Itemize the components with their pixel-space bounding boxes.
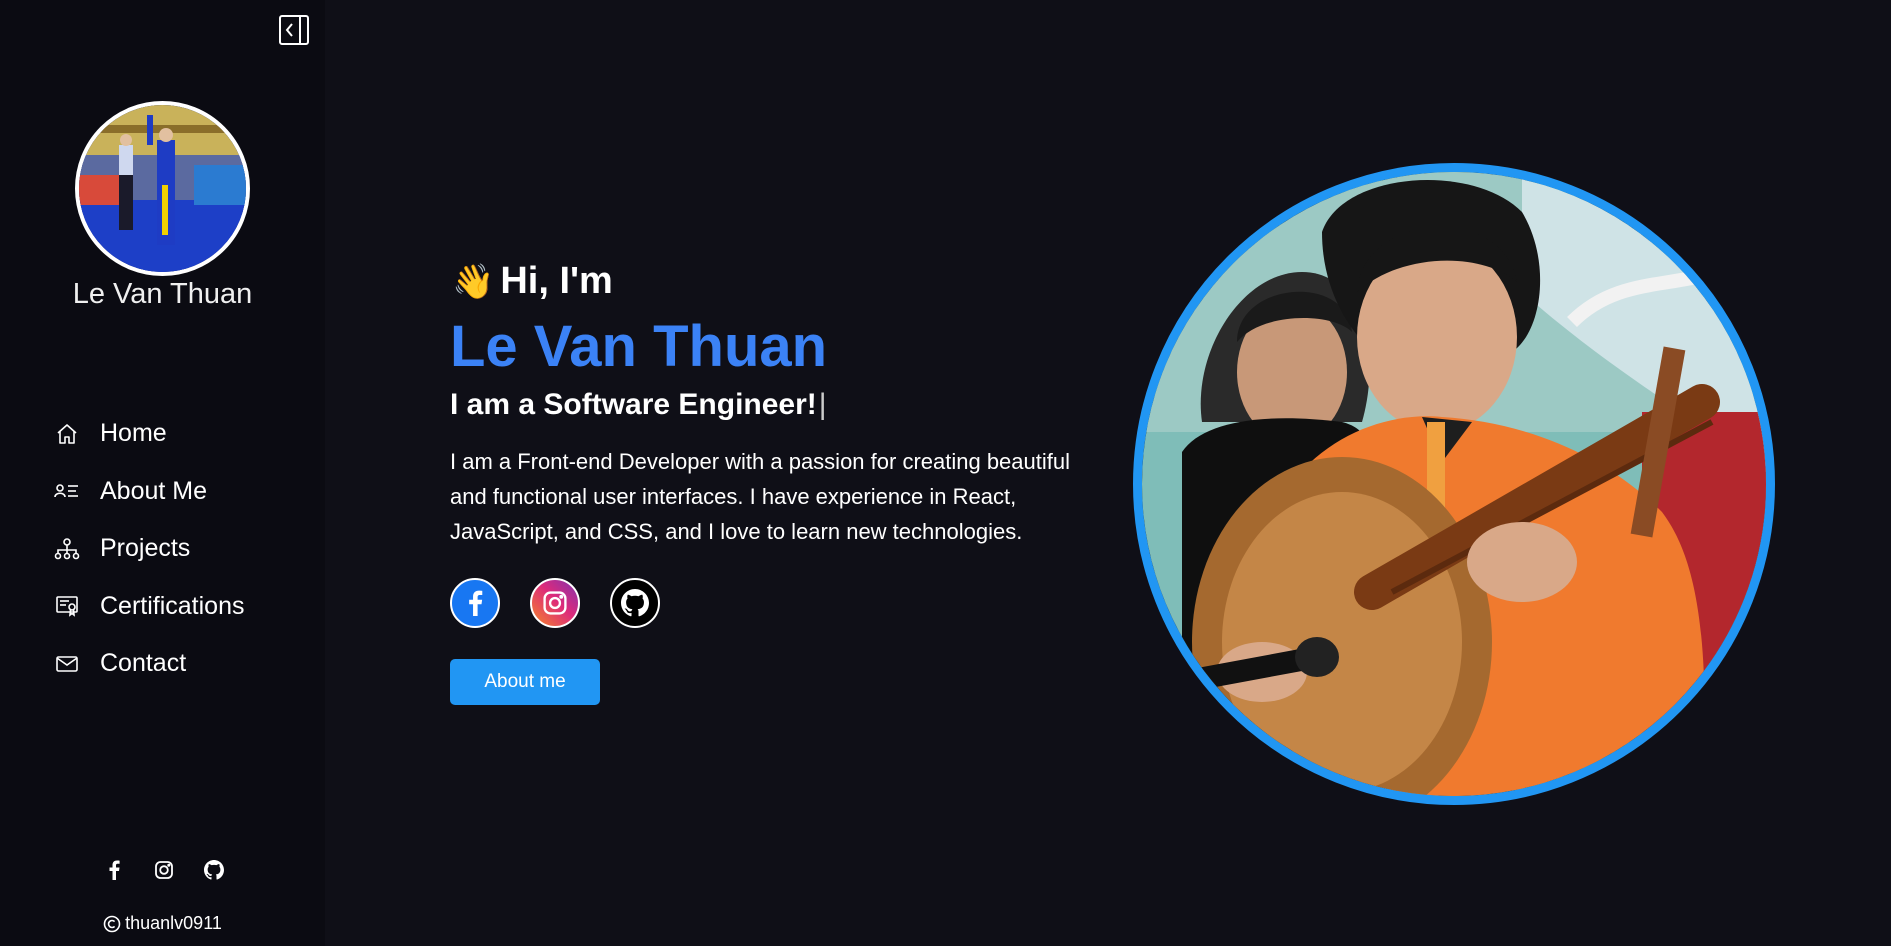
sidebar-nav: Home About Me Projects Certifications Co… [52,405,245,693]
greeting: 👋 Hi, I'm [452,260,613,303]
role-text: I am a Software Engineer! [450,388,817,421]
nav-item-certifications[interactable]: Certifications [52,578,245,636]
hero-name: Le Van Thuan [450,314,828,379]
nav-label-about-me: About Me [100,476,208,505]
nav-item-contact[interactable]: Contact [52,635,245,693]
github-icon[interactable] [202,858,226,882]
home-icon [52,419,82,449]
facebook-icon [469,590,483,616]
avatar [75,101,250,276]
instagram-button[interactable] [530,578,580,628]
nav-item-home[interactable]: Home [52,405,245,463]
profile-photo [1133,163,1775,805]
about-me-button[interactable]: About me [450,659,600,705]
hero-socials [450,578,660,628]
copyright-handle: thuanlv0911 [125,913,222,933]
profile-card-icon [52,476,82,506]
sidebar-socials [102,858,226,882]
nav-label-projects: Projects [100,534,191,563]
hierarchy-icon [52,534,82,564]
instagram-icon[interactable] [152,858,176,882]
hero-description: I am a Front-end Developer with a passio… [450,449,1070,544]
copyright: thuanlv0911 [0,913,325,934]
typing-cursor: | [818,388,827,421]
nav-label-contact: Contact [100,649,187,678]
github-icon [621,589,649,617]
sidebar: Le Van Thuan Home About Me Projects Cert… [0,0,325,946]
certificate-icon [52,591,82,621]
hero-role: I am a Software Engineer!| [450,388,827,422]
wave-icon: 👋 [452,262,495,301]
mail-icon [52,649,82,679]
copyright-icon [103,915,121,932]
collapse-sidebar-icon[interactable] [278,14,310,46]
nav-label-home: Home [100,419,167,448]
nav-label-certifications: Certifications [100,591,245,620]
facebook-button[interactable] [450,578,500,628]
sidebar-name: Le Van Thuan [72,278,253,310]
facebook-icon[interactable] [102,858,126,882]
github-button[interactable] [610,578,660,628]
nav-item-about-me[interactable]: About Me [52,463,245,521]
instagram-icon [543,591,567,615]
nav-item-projects[interactable]: Projects [52,520,245,578]
greeting-text: Hi, I'm [500,260,613,302]
